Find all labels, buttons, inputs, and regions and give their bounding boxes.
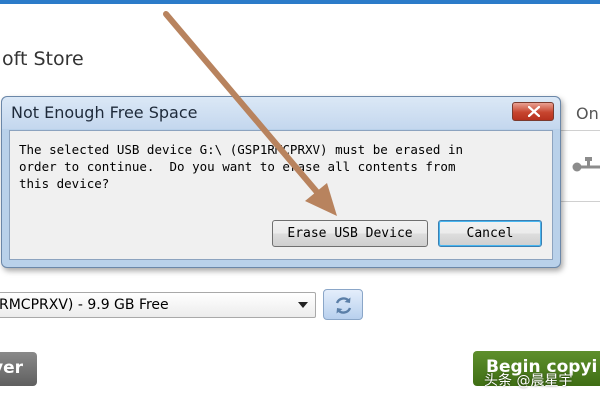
usb-icon <box>572 157 600 172</box>
drive-select[interactable]: RMCPRXV) - 9.9 GB Free <box>0 292 316 318</box>
dialog-body: The selected USB device G:\ (GSP1RMCPRXV… <box>9 130 553 260</box>
dropdown-arrow-icon <box>298 302 308 308</box>
cancel-button[interactable]: Cancel <box>438 220 542 247</box>
dialog-title: Not Enough Free Space <box>11 103 198 122</box>
not-enough-space-dialog: Not Enough Free Space The selected USB d… <box>1 96 561 268</box>
refresh-button[interactable] <box>323 289 363 320</box>
dialog-titlebar[interactable]: Not Enough Free Space <box>2 97 560 129</box>
close-icon <box>528 106 540 117</box>
back-button[interactable]: ver <box>0 352 37 386</box>
right-panel-text-fragment: Onl <box>576 104 600 123</box>
drive-select-value: RMCPRXV) - 9.9 GB Free <box>0 297 169 313</box>
close-button[interactable] <box>512 102 554 121</box>
back-button-label: ver <box>0 358 23 378</box>
window-top-strip <box>0 0 600 4</box>
dialog-message: The selected USB device G:\ (GSP1RMCPRXV… <box>19 142 464 191</box>
watermark: 头条 @晨星宇 <box>484 373 573 389</box>
app-title-fragment: oft Store <box>2 48 84 70</box>
erase-usb-device-button[interactable]: Erase USB Device <box>272 220 428 247</box>
refresh-icon <box>335 297 352 314</box>
